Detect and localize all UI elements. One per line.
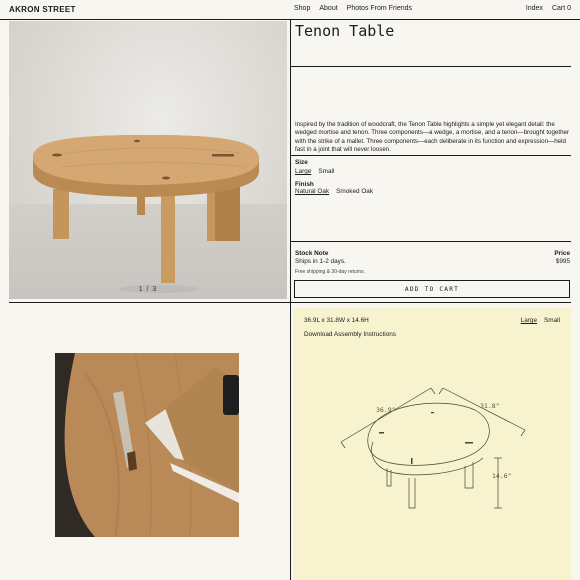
stock-label: Stock Note [295,250,329,257]
size-option-small[interactable]: Small [318,168,334,175]
finish-options: Natural Oak Smoked Oak [295,188,373,195]
title-divider [291,66,571,67]
detail-photo[interactable] [55,353,239,537]
joint-closeup-photo [55,353,239,537]
size-label: Size [295,159,308,166]
dim-length-label: 36.9" [376,406,396,414]
brand-logo[interactable]: AKRON STREET [9,5,76,14]
product-title: Tenon Table [295,22,395,40]
column-divider [290,19,291,580]
nav-cart[interactable]: Cart 0 [552,5,571,12]
gallery-counter: 1 / 3 [138,286,158,293]
nav-shop[interactable]: Shop [294,5,310,12]
finish-option-natural-oak[interactable]: Natural Oak [295,188,329,195]
dimension-drawing: 36.9" 31.8" 14.6" [340,387,526,509]
site-header: AKRON STREET Shop About Photos From Frie… [0,0,580,20]
dim-width-label: 31.8" [480,402,500,410]
price-label: Price [554,250,570,257]
nav-photos-from-friends[interactable]: Photos From Friends [347,5,412,12]
finish-label: Finish [295,181,314,188]
table-photo [33,135,259,293]
add-to-cart-button[interactable]: ADD TO CART [294,280,570,298]
size-options: Large Small [295,168,334,175]
price-value: $995 [555,258,570,265]
description-divider [291,155,571,156]
spec-panel: 36.9L x 31.8W x 14.6H Download Assembly … [293,308,571,580]
utility-nav: Index Cart 0 [526,5,571,12]
stock-value: Ships in 1-2 days. [295,258,346,265]
nav-index[interactable]: Index [526,5,543,12]
product-description: Inspired by the tradition of woodcraft, … [295,121,570,153]
main-nav: Shop About Photos From Friends [294,5,412,12]
options-divider [291,241,571,242]
product-gallery-image[interactable]: 1 / 3 [9,21,287,299]
nav-about[interactable]: About [319,5,337,12]
section-divider [9,302,571,303]
size-option-large[interactable]: Large [295,168,311,175]
finish-option-smoked-oak[interactable]: Smoked Oak [336,188,373,195]
shipping-note: Free shipping & 30-day returns. [295,269,366,275]
dim-height-label: 14.6" [492,472,512,480]
